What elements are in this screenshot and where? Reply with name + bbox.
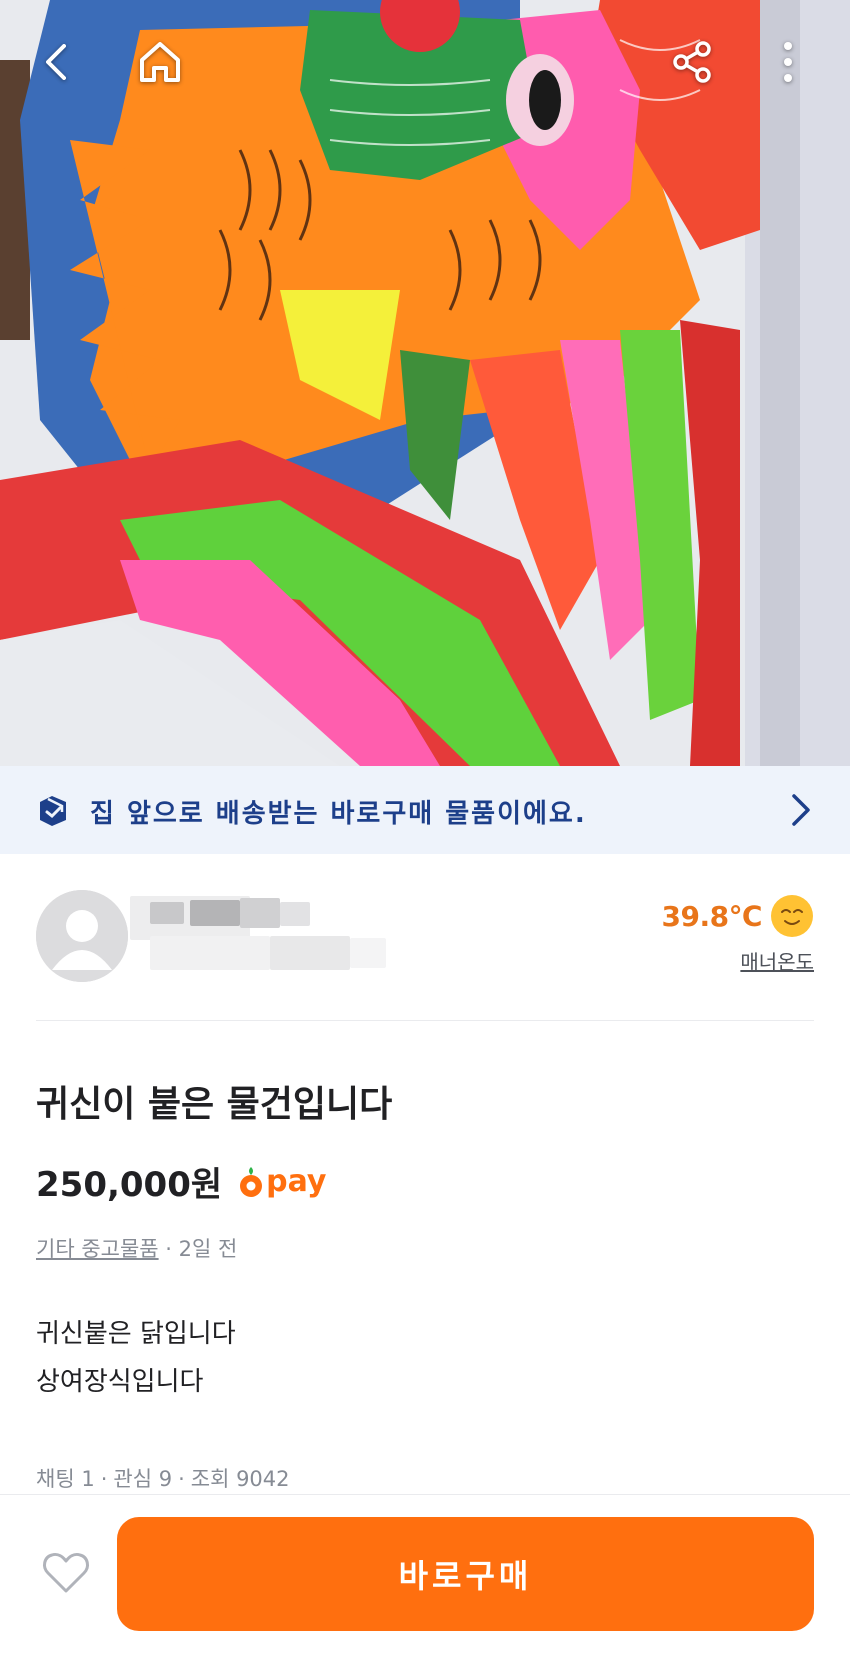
posted-time: 2일 전: [178, 1237, 238, 1261]
stats-separator: ·: [178, 1467, 185, 1491]
price: 250,000원: [36, 1165, 223, 1205]
avatar[interactable]: [36, 890, 128, 982]
chat-count: 채팅 1: [36, 1467, 95, 1491]
article-description: 귀신붙은 닭입니다 상여장식입니다: [36, 1310, 236, 1406]
description-line: 상여장식입니다: [36, 1367, 204, 1397]
share-icon: [673, 41, 711, 83]
manner-temperature[interactable]: 39.8℃: [662, 894, 815, 938]
carrot-icon: [240, 1166, 263, 1197]
more-vertical-icon: [784, 42, 792, 82]
description-line: 귀신붙은 닭입니다: [36, 1319, 236, 1349]
divider: [36, 1020, 814, 1021]
like-count: 관심 9: [113, 1467, 173, 1491]
price-row: 250,000원 pay: [36, 1157, 327, 1206]
chevron-right-icon: [792, 794, 810, 826]
page-title: 귀신이 붙은 물건입니다: [36, 1084, 393, 1125]
home-button[interactable]: [128, 30, 192, 94]
category-link[interactable]: 기타 중고물품: [36, 1237, 159, 1261]
default-user-icon: [36, 890, 128, 982]
view-count: 조회 9042: [190, 1467, 290, 1491]
seller-profile: 39.8℃ 매너온도: [0, 854, 850, 1020]
stats-separator: ·: [100, 1467, 108, 1491]
temperature-value: 39.8℃: [661, 899, 763, 933]
product-photo[interactable]: [0, 0, 850, 766]
smiling-face-icon: [771, 895, 813, 937]
article-meta: 기타 중고물품 · 2일 전: [36, 1233, 237, 1263]
top-navigation-bar: [0, 0, 850, 130]
direct-buy-delivery-banner[interactable]: 집 앞으로 배송받는 바로구매 물품이에요.: [0, 766, 850, 854]
more-options-button[interactable]: [756, 30, 820, 94]
chevron-left-icon: [46, 44, 66, 80]
carrot-pay-badge[interactable]: pay: [238, 1164, 327, 1199]
delivery-box-icon: [40, 796, 66, 826]
article-stats: 채팅 1 · 관심 9 · 조회 9042: [36, 1463, 290, 1493]
meta-separator: ·: [165, 1237, 179, 1261]
bottom-action-bar: 바로구매: [0, 1494, 850, 1653]
seller-name-redacted[interactable]: [130, 896, 390, 986]
home-icon: [140, 42, 180, 82]
pay-label: pay: [266, 1164, 327, 1199]
back-button[interactable]: [26, 30, 90, 94]
share-button[interactable]: [660, 30, 724, 94]
manner-temperature-label[interactable]: 매너온도: [740, 946, 814, 975]
heart-icon[interactable]: [40, 1547, 92, 1599]
buy-now-button[interactable]: 바로구매: [117, 1517, 814, 1631]
banner-text: 집 앞으로 배송받는 바로구매 물품이에요.: [90, 799, 587, 829]
